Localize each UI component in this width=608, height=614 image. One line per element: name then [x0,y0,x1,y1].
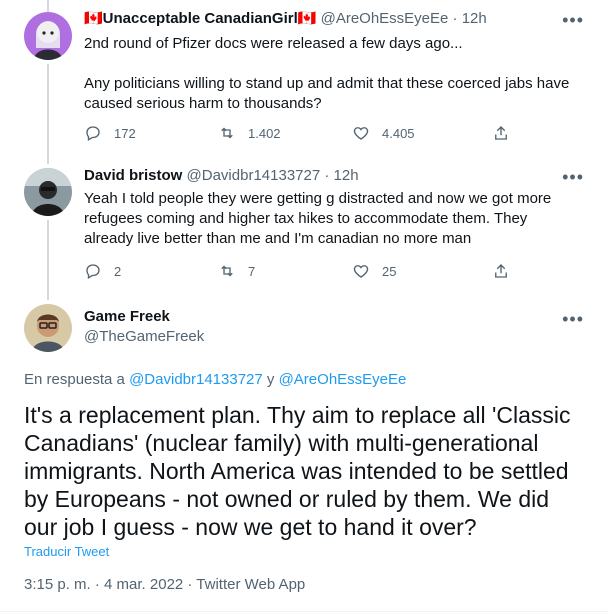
more-options-icon[interactable]: ••• [562,11,584,29]
handle[interactable]: @TheGameFreek [84,327,204,347]
tweet-text-line: 2nd round of Pfizer docs were released a… [84,35,463,52]
reply-count: 2 [114,263,122,279]
tweet-header: 🇨🇦Unacceptable CanadianGirl🇨🇦 @AreOhEssE… [84,9,487,29]
divider [0,611,608,612]
retweet-icon [221,265,233,277]
share-button[interactable] [492,262,510,280]
heart-icon [353,265,369,278]
more-options-icon[interactable]: ••• [562,310,584,328]
share-button[interactable] [492,124,510,142]
tweet-actions: 172 1.402 4.405 [84,124,510,142]
share-icon [495,264,507,278]
thread-line [47,64,49,164]
retweet-icon [221,127,233,139]
thread-line [47,0,49,12]
tweet-text-line: Any politicians willing to stand up and … [84,75,570,112]
reply-prefix: En respuesta a [24,371,125,388]
reply-button[interactable]: 172 [84,124,218,142]
share-icon [495,126,507,140]
reply-context: En respuesta a @Davidbr14133727 y @AreOh… [24,370,406,390]
tweet-text: 2nd round of Pfizer docs were released a… [84,34,580,114]
like-button[interactable]: 4.405 [352,124,492,142]
retweet-button[interactable]: 1.402 [218,124,352,142]
translate-link[interactable]: Traducir Tweet [24,544,109,559]
retweet-count: 1.402 [248,125,281,141]
reply-button[interactable]: 2 [84,262,218,280]
retweet-button[interactable]: 7 [218,262,352,280]
avatar[interactable] [24,12,72,60]
reply-user-link[interactable]: @Davidbr14133727 [129,371,263,388]
display-name[interactable]: Game Freek [84,307,170,327]
like-count: 25 [382,263,397,279]
reply-icon [86,264,100,279]
display-name[interactable]: 🇨🇦Unacceptable CanadianGirl🇨🇦 [84,10,316,27]
thread-line [47,220,49,286]
thread-line [47,286,49,300]
tweet-text: It's a replacement plan. Thy aim to repl… [24,402,571,540]
reply-icon [86,126,100,141]
more-options-icon[interactable]: ••• [562,168,584,186]
like-count: 4.405 [382,125,415,141]
tweet-timestamp[interactable]: 3:15 p. m. · 4 mar. 2022 · Twitter Web A… [24,576,305,593]
avatar[interactable] [24,168,72,216]
like-button[interactable]: 25 [352,262,492,280]
display-name[interactable]: David bristow [84,167,182,184]
tweet-header: David bristow @Davidbr14133727 · 12h [84,166,359,186]
tweet-text: Yeah I told people they were getting g d… [84,190,552,247]
handle-and-time[interactable]: @AreOhEssEyeEe · 12h [321,10,487,27]
handle-and-time[interactable]: @Davidbr14133727 · 12h [187,167,359,184]
tweet-actions: 2 7 25 [84,262,510,280]
heart-icon [353,127,369,140]
avatar[interactable] [24,304,72,352]
retweet-count: 7 [248,263,256,279]
reply-count: 172 [114,125,136,141]
reply-user-link[interactable]: @AreOhEssEyeEe [279,371,407,388]
reply-and: y [266,371,275,388]
